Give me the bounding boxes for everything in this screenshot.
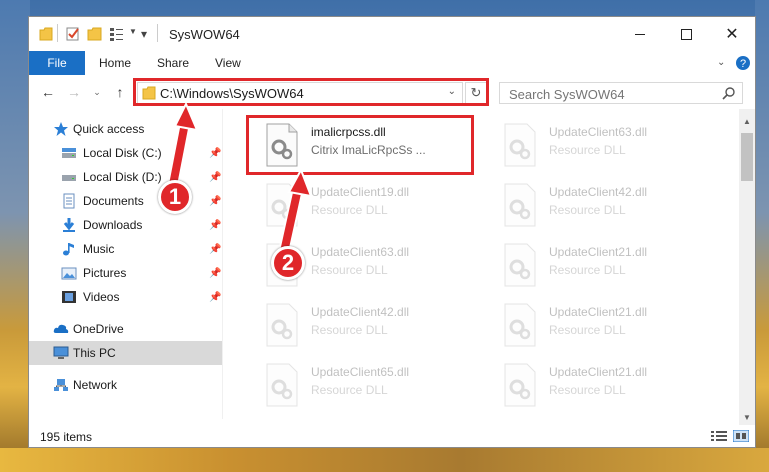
annotation-arrows bbox=[166, 101, 313, 254]
callout-two: 2 bbox=[271, 246, 305, 280]
callout-one: 1 bbox=[158, 180, 192, 214]
arrow-two bbox=[278, 167, 313, 254]
arrow-one bbox=[166, 101, 199, 192]
